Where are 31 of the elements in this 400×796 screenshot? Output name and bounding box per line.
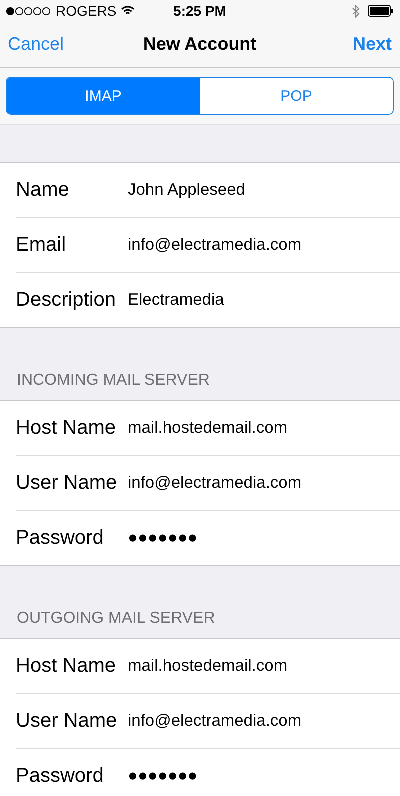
segment-tab[interactable]: POP [200,78,393,114]
input-field[interactable]: John Appleseed [128,180,246,200]
input-field[interactable]: mail.hostedemail.com [128,656,288,676]
carrier-name: ROGERS [56,3,117,19]
field-label: Host Name [16,416,118,440]
input-field[interactable]: mail.hostedemail.com [128,418,288,438]
input-field[interactable]: ●●●●●●● [128,528,198,548]
field-label: Password [16,526,105,550]
wifi-icon [120,6,135,16]
field-label: User Name [16,472,118,494]
nav-title: New Account [143,34,257,55]
section-header: OUTGOING MAIL SERVER [17,610,216,628]
field-label: User Name [16,710,118,732]
field-label: Email [16,234,68,256]
input-field[interactable]: ●●●●●●● [128,766,198,786]
input-field[interactable]: info@electramedia.com [128,236,302,254]
input-field[interactable]: info@electramedia.com [128,712,302,730]
field-label: Host Name [16,654,118,678]
next-button[interactable]: Next [352,34,392,55]
signal-icon [6,6,52,16]
field-label: Description [16,288,118,312]
field-label: Name [16,178,70,202]
field-label: Password [16,764,105,788]
section-header: INCOMING MAIL SERVER [17,372,210,390]
status-time: 5:25 PM [174,3,226,19]
cancel-button[interactable]: Cancel [8,34,64,55]
input-field[interactable]: info@electramedia.com [128,474,302,492]
segment-tab[interactable]: IMAP [7,78,200,114]
battery-icon [368,5,394,17]
input-field[interactable]: Electramedia [128,290,224,310]
bluetooth-icon [352,4,360,18]
